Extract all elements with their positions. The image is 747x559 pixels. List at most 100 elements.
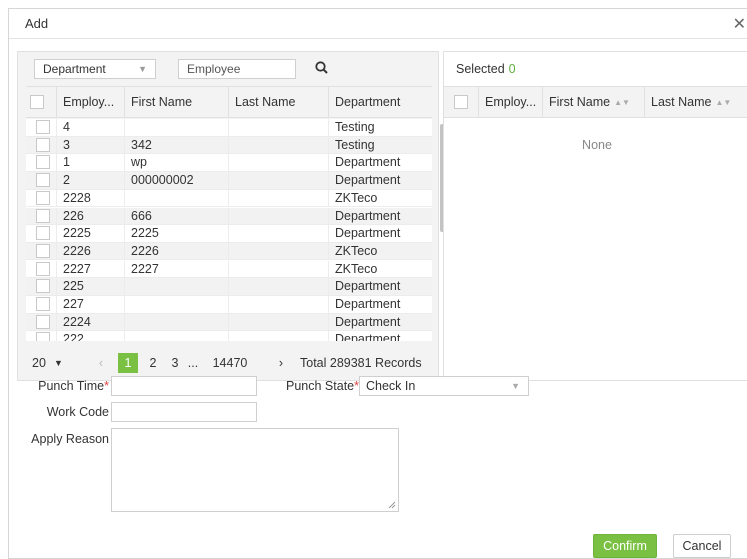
cell-first-name (124, 331, 228, 341)
punch-time-input[interactable] (111, 376, 257, 396)
selected-empty-text: None (582, 138, 612, 152)
department-dropdown[interactable]: Department ▼ (34, 59, 156, 79)
table-row[interactable]: 2224 Department (26, 313, 432, 332)
cell-last-name (228, 172, 328, 190)
required-mark: * (104, 379, 109, 393)
col-first-name[interactable]: First Name (124, 87, 228, 117)
cell-last-name (228, 242, 328, 260)
table-row[interactable]: 4 Testing (26, 119, 432, 137)
row-checkbox[interactable] (36, 243, 50, 258)
cell-department: Department (328, 154, 432, 172)
table-row[interactable]: 226 666 Department (26, 207, 432, 225)
department-dropdown-label: Department (43, 62, 106, 76)
dialog-title: Add (25, 16, 49, 31)
cell-first-name: 666 (124, 207, 228, 225)
page-last[interactable]: 14470 (208, 353, 252, 373)
filter-row: Department ▼ Employee (18, 52, 438, 86)
cell-last-name (228, 119, 328, 136)
sort-icon: ▲▼ (715, 98, 732, 107)
sort-icon: ▲▼ (614, 98, 630, 107)
row-checkbox[interactable] (36, 297, 50, 311)
cell-department: Department (328, 172, 432, 190)
cell-department: Department (328, 225, 432, 243)
table-row[interactable]: 222 Department (26, 331, 432, 341)
selected-title: Selected 0 (456, 62, 516, 76)
cell-employee-id: 4 (56, 119, 124, 136)
cell-first-name: 2226 (124, 242, 228, 260)
sel-col-last-name[interactable]: Last Name ▲▼ (644, 87, 747, 117)
cell-department: ZKTeco (328, 242, 432, 260)
cell-first-name (124, 296, 228, 313)
page-3[interactable]: 3 (168, 353, 182, 373)
cell-last-name (228, 260, 328, 278)
cell-last-name (228, 207, 328, 225)
row-checkbox[interactable] (36, 190, 50, 205)
table-row[interactable]: 2227 2227 ZKTeco (26, 260, 432, 279)
apply-reason-label: Apply Reason (31, 432, 109, 446)
row-checkbox[interactable] (36, 314, 50, 329)
select-all-checkbox[interactable] (30, 95, 44, 109)
sel-col-first-name[interactable]: First Name ▲▼ (542, 87, 644, 117)
col-department[interactable]: Department (328, 87, 432, 117)
cell-employee-id: 1 (56, 154, 124, 172)
cell-employee-id: 226 (56, 207, 124, 225)
row-checkbox[interactable] (36, 173, 50, 188)
employee-table-header: Employ... First Name Last Name Departmen… (26, 86, 432, 118)
confirm-button[interactable]: Confirm (593, 534, 657, 558)
chevron-down-icon: ▼ (54, 358, 63, 368)
table-row[interactable]: 225 Department (26, 278, 432, 296)
punch-state-select[interactable]: Check In ▼ (359, 376, 529, 396)
cell-last-name (228, 278, 328, 296)
cell-employee-id: 227 (56, 296, 124, 313)
row-checkbox[interactable] (36, 226, 50, 241)
table-row[interactable]: 3 342 Testing (26, 136, 432, 155)
cell-last-name (228, 154, 328, 172)
cancel-button[interactable]: Cancel (673, 534, 731, 558)
table-row[interactable]: 227 Department (26, 296, 432, 314)
row-checkbox[interactable] (36, 279, 50, 294)
page-2[interactable]: 2 (146, 353, 160, 373)
search-icon[interactable] (314, 60, 330, 76)
row-checkbox[interactable] (36, 137, 50, 152)
cell-department: Department (328, 331, 432, 341)
cell-first-name: wp (124, 154, 228, 172)
table-row[interactable]: 2226 2226 ZKTeco (26, 242, 432, 261)
work-code-label: Work Code (46, 405, 109, 419)
cell-first-name: 2227 (124, 260, 228, 278)
total-records: Total 289381 Records (300, 356, 422, 370)
chevron-down-icon: ▼ (511, 381, 520, 391)
work-code-input[interactable] (111, 402, 257, 422)
cell-last-name (228, 331, 328, 341)
employee-search-input[interactable]: Employee (178, 59, 296, 79)
page-size-value: 20 (32, 356, 46, 370)
add-dialog: Add ✕ Department ▼ Employee Employ... Fi… (8, 8, 747, 559)
row-checkbox[interactable] (36, 261, 50, 276)
close-icon[interactable]: ✕ (733, 14, 746, 34)
col-employee-id[interactable]: Employ... (56, 87, 124, 117)
row-checkbox[interactable] (36, 120, 50, 134)
table-row[interactable]: 2228 ZKTeco (26, 189, 432, 208)
table-row[interactable]: 2 000000002 Department (26, 172, 432, 190)
table-row[interactable]: 1 wp Department (26, 154, 432, 172)
cell-employee-id: 3 (56, 136, 124, 154)
page-ellipsis: ... (187, 356, 199, 370)
row-checkbox[interactable] (36, 332, 50, 341)
row-checkbox[interactable] (36, 155, 50, 170)
selected-count: 0 (508, 62, 516, 76)
cell-department: Department (328, 207, 432, 225)
select-all-selected-checkbox[interactable] (454, 95, 468, 109)
next-page-icon[interactable]: › (274, 353, 288, 373)
sel-col-employee-id[interactable]: Employ... (478, 87, 542, 117)
col-last-name[interactable]: Last Name (228, 87, 328, 117)
dialog-header: Add ✕ (9, 9, 747, 39)
table-row[interactable]: 2225 2225 Department (26, 225, 432, 243)
cell-last-name (228, 296, 328, 313)
page-size-select[interactable]: 20 ▼ (32, 353, 63, 373)
resize-handle-icon[interactable] (388, 501, 396, 509)
apply-reason-textarea[interactable] (111, 428, 399, 512)
page-1[interactable]: 1 (118, 353, 138, 373)
row-checkbox[interactable] (36, 208, 50, 223)
cell-last-name (228, 189, 328, 207)
prev-page-icon[interactable]: ‹ (94, 353, 108, 373)
cell-employee-id: 2225 (56, 225, 124, 243)
